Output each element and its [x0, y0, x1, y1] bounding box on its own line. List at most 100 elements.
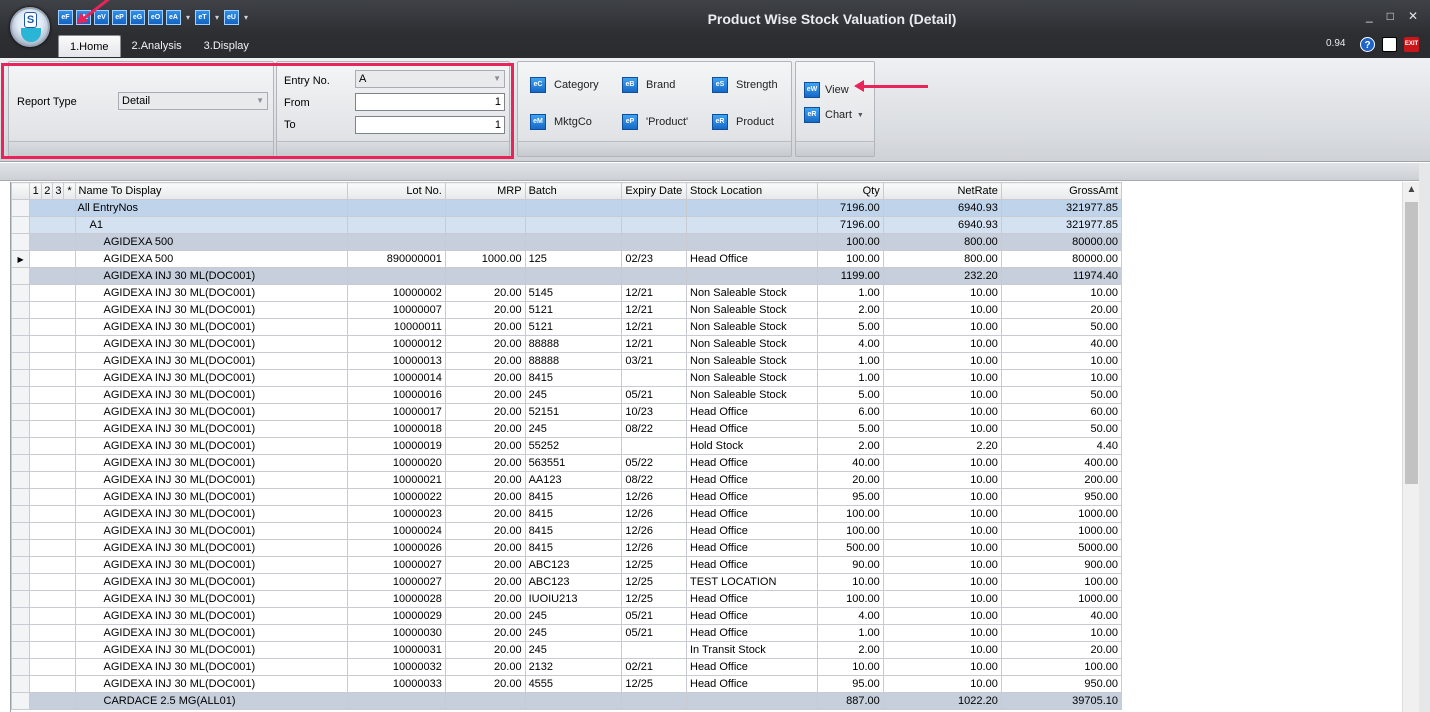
- cell-lot[interactable]: 10000007: [346, 301, 446, 319]
- table-row[interactable]: AGIDEXA INJ 30 ML(DOC001) 10000026 20.00 84…: [10, 539, 1123, 557]
- table-row[interactable]: AGIDEXA INJ 30 ML(DOC001) 10000033 20.00 45…: [10, 675, 1123, 693]
- cell-lot[interactable]: 10000019: [346, 437, 446, 455]
- cell-name[interactable]: A1: [74, 216, 348, 234]
- cell-batch[interactable]: 245: [524, 624, 623, 642]
- cell-lot[interactable]: 10000021: [346, 471, 446, 489]
- cell-location[interactable]: [685, 692, 819, 710]
- cell-grossamt[interactable]: 10.00: [1000, 369, 1123, 387]
- row-header[interactable]: [10, 369, 31, 387]
- help-icon[interactable]: ?: [1360, 37, 1375, 52]
- cell-netrate[interactable]: 10.00: [882, 590, 1002, 608]
- cell-location[interactable]: [685, 233, 819, 251]
- category-filter-button[interactable]: eC Category: [530, 77, 599, 93]
- row-header[interactable]: [10, 573, 31, 591]
- cell-netrate[interactable]: 10.00: [882, 556, 1002, 574]
- cell-qty[interactable]: 100.00: [817, 505, 884, 523]
- cell-grossamt[interactable]: 10.00: [1000, 284, 1123, 302]
- group-row[interactable]: All EntryNos 7196.00 6940.93 321977.85: [10, 199, 1123, 217]
- cell-location[interactable]: Non Saleable Stock: [685, 301, 819, 319]
- cell-grossamt[interactable]: 40.00: [1000, 335, 1123, 353]
- cell-lot[interactable]: 10000033: [346, 675, 446, 693]
- row-header[interactable]: [10, 692, 31, 710]
- cell-lot[interactable]: [346, 692, 446, 710]
- cell-grossamt[interactable]: 100.00: [1000, 573, 1123, 591]
- cell-mrp[interactable]: 20.00: [444, 607, 526, 625]
- cell-grossamt[interactable]: 50.00: [1000, 386, 1123, 404]
- cell-lot[interactable]: 10000032: [346, 658, 446, 676]
- cell-qty[interactable]: 2.00: [817, 301, 884, 319]
- current-row-indicator-icon[interactable]: ▶: [10, 250, 31, 268]
- cell-name[interactable]: CARDACE 2.5 MG(ALL01): [74, 692, 348, 710]
- cell-batch[interactable]: 8415: [524, 539, 623, 557]
- cell-qty[interactable]: 5.00: [817, 386, 884, 404]
- cell-netrate[interactable]: 2.20: [882, 437, 1002, 455]
- chevron-down-icon[interactable]: ▾: [184, 13, 192, 22]
- cell-netrate[interactable]: 800.00: [882, 250, 1002, 268]
- cell-qty[interactable]: 10.00: [817, 573, 884, 591]
- cell-expiry[interactable]: 12/26: [621, 539, 687, 557]
- cell-expiry[interactable]: 12/21: [621, 301, 687, 319]
- cell-batch[interactable]: [524, 216, 623, 234]
- cell-mrp[interactable]: [444, 216, 526, 234]
- col-header-grossamt[interactable]: GrossAmt: [1000, 182, 1123, 200]
- cell-expiry[interactable]: 12/25: [621, 675, 687, 693]
- cell-netrate[interactable]: 6940.93: [882, 199, 1002, 217]
- cell-qty[interactable]: 4.00: [817, 335, 884, 353]
- cell-grossamt[interactable]: 900.00: [1000, 556, 1123, 574]
- level-all-button[interactable]: *: [63, 182, 76, 200]
- cell-qty[interactable]: 10.00: [817, 658, 884, 676]
- cell-grossamt[interactable]: 20.00: [1000, 301, 1123, 319]
- quick-p-icon[interactable]: eP: [112, 9, 127, 25]
- row-header[interactable]: [10, 556, 31, 574]
- cell-expiry[interactable]: 12/26: [621, 522, 687, 540]
- cell-qty[interactable]: 40.00: [817, 454, 884, 472]
- cell-qty[interactable]: 1.00: [817, 369, 884, 387]
- cell-qty[interactable]: 6.00: [817, 403, 884, 421]
- cell-name[interactable]: AGIDEXA INJ 30 ML(DOC001): [74, 386, 348, 404]
- cell-expiry[interactable]: 10/23: [621, 403, 687, 421]
- cell-qty[interactable]: 95.00: [817, 488, 884, 506]
- cell-qty[interactable]: 2.00: [817, 641, 884, 659]
- view-button[interactable]: eW View: [804, 82, 849, 98]
- table-row[interactable]: AGIDEXA INJ 30 ML(DOC001) 10000029 20.00 24…: [10, 607, 1123, 625]
- row-header[interactable]: [10, 352, 31, 370]
- cell-batch[interactable]: [524, 267, 623, 285]
- row-header[interactable]: [10, 284, 31, 302]
- cell-mrp[interactable]: [444, 199, 526, 217]
- cell-name[interactable]: AGIDEXA 500: [74, 233, 348, 251]
- cell-qty[interactable]: 5.00: [817, 420, 884, 438]
- cell-name[interactable]: AGIDEXA INJ 30 ML(DOC001): [74, 556, 348, 574]
- cell-location[interactable]: Head Office: [685, 403, 819, 421]
- cell-mrp[interactable]: 20.00: [444, 454, 526, 472]
- row-header[interactable]: [10, 216, 31, 234]
- cell-grossamt[interactable]: 4.40: [1000, 437, 1123, 455]
- cell-name[interactable]: AGIDEXA INJ 30 ML(DOC001): [74, 437, 348, 455]
- cell-batch[interactable]: 5121: [524, 301, 623, 319]
- cell-location[interactable]: In Transit Stock: [685, 641, 819, 659]
- row-header[interactable]: [10, 488, 31, 506]
- table-row[interactable]: AGIDEXA INJ 30 ML(DOC001) 10000030 20.00 24…: [10, 624, 1123, 642]
- cell-mrp[interactable]: 20.00: [444, 573, 526, 591]
- table-row[interactable]: AGIDEXA INJ 30 ML(DOC001) 10000011 20.00 51…: [10, 318, 1123, 336]
- cell-lot[interactable]: 10000002: [346, 284, 446, 302]
- cell-mrp[interactable]: 20.00: [444, 335, 526, 353]
- cell-qty[interactable]: 100.00: [817, 522, 884, 540]
- cell-name[interactable]: AGIDEXA INJ 30 ML(DOC001): [74, 658, 348, 676]
- cell-qty[interactable]: 95.00: [817, 675, 884, 693]
- cell-expiry[interactable]: [621, 199, 687, 217]
- table-row[interactable]: AGIDEXA INJ 30 ML(DOC001) 10000012 20.00 88…: [10, 335, 1123, 353]
- cell-netrate[interactable]: 10.00: [882, 675, 1002, 693]
- cell-location[interactable]: Non Saleable Stock: [685, 318, 819, 336]
- cell-lot[interactable]: 10000012: [346, 335, 446, 353]
- cell-expiry[interactable]: [621, 437, 687, 455]
- cell-netrate[interactable]: 10.00: [882, 420, 1002, 438]
- cell-name[interactable]: AGIDEXA INJ 30 ML(DOC001): [74, 420, 348, 438]
- cell-expiry[interactable]: 05/21: [621, 624, 687, 642]
- cell-qty[interactable]: 7196.00: [817, 199, 884, 217]
- cell-location[interactable]: Hold Stock: [685, 437, 819, 455]
- cell-netrate[interactable]: 10.00: [882, 403, 1002, 421]
- cell-batch[interactable]: 125: [524, 250, 623, 268]
- table-row[interactable]: AGIDEXA INJ 30 ML(DOC001) 10000018 20.00 24…: [10, 420, 1123, 438]
- table-row[interactable]: AGIDEXA INJ 30 ML(DOC001) 10000032 20.00 21…: [10, 658, 1123, 676]
- cell-batch[interactable]: 245: [524, 386, 623, 404]
